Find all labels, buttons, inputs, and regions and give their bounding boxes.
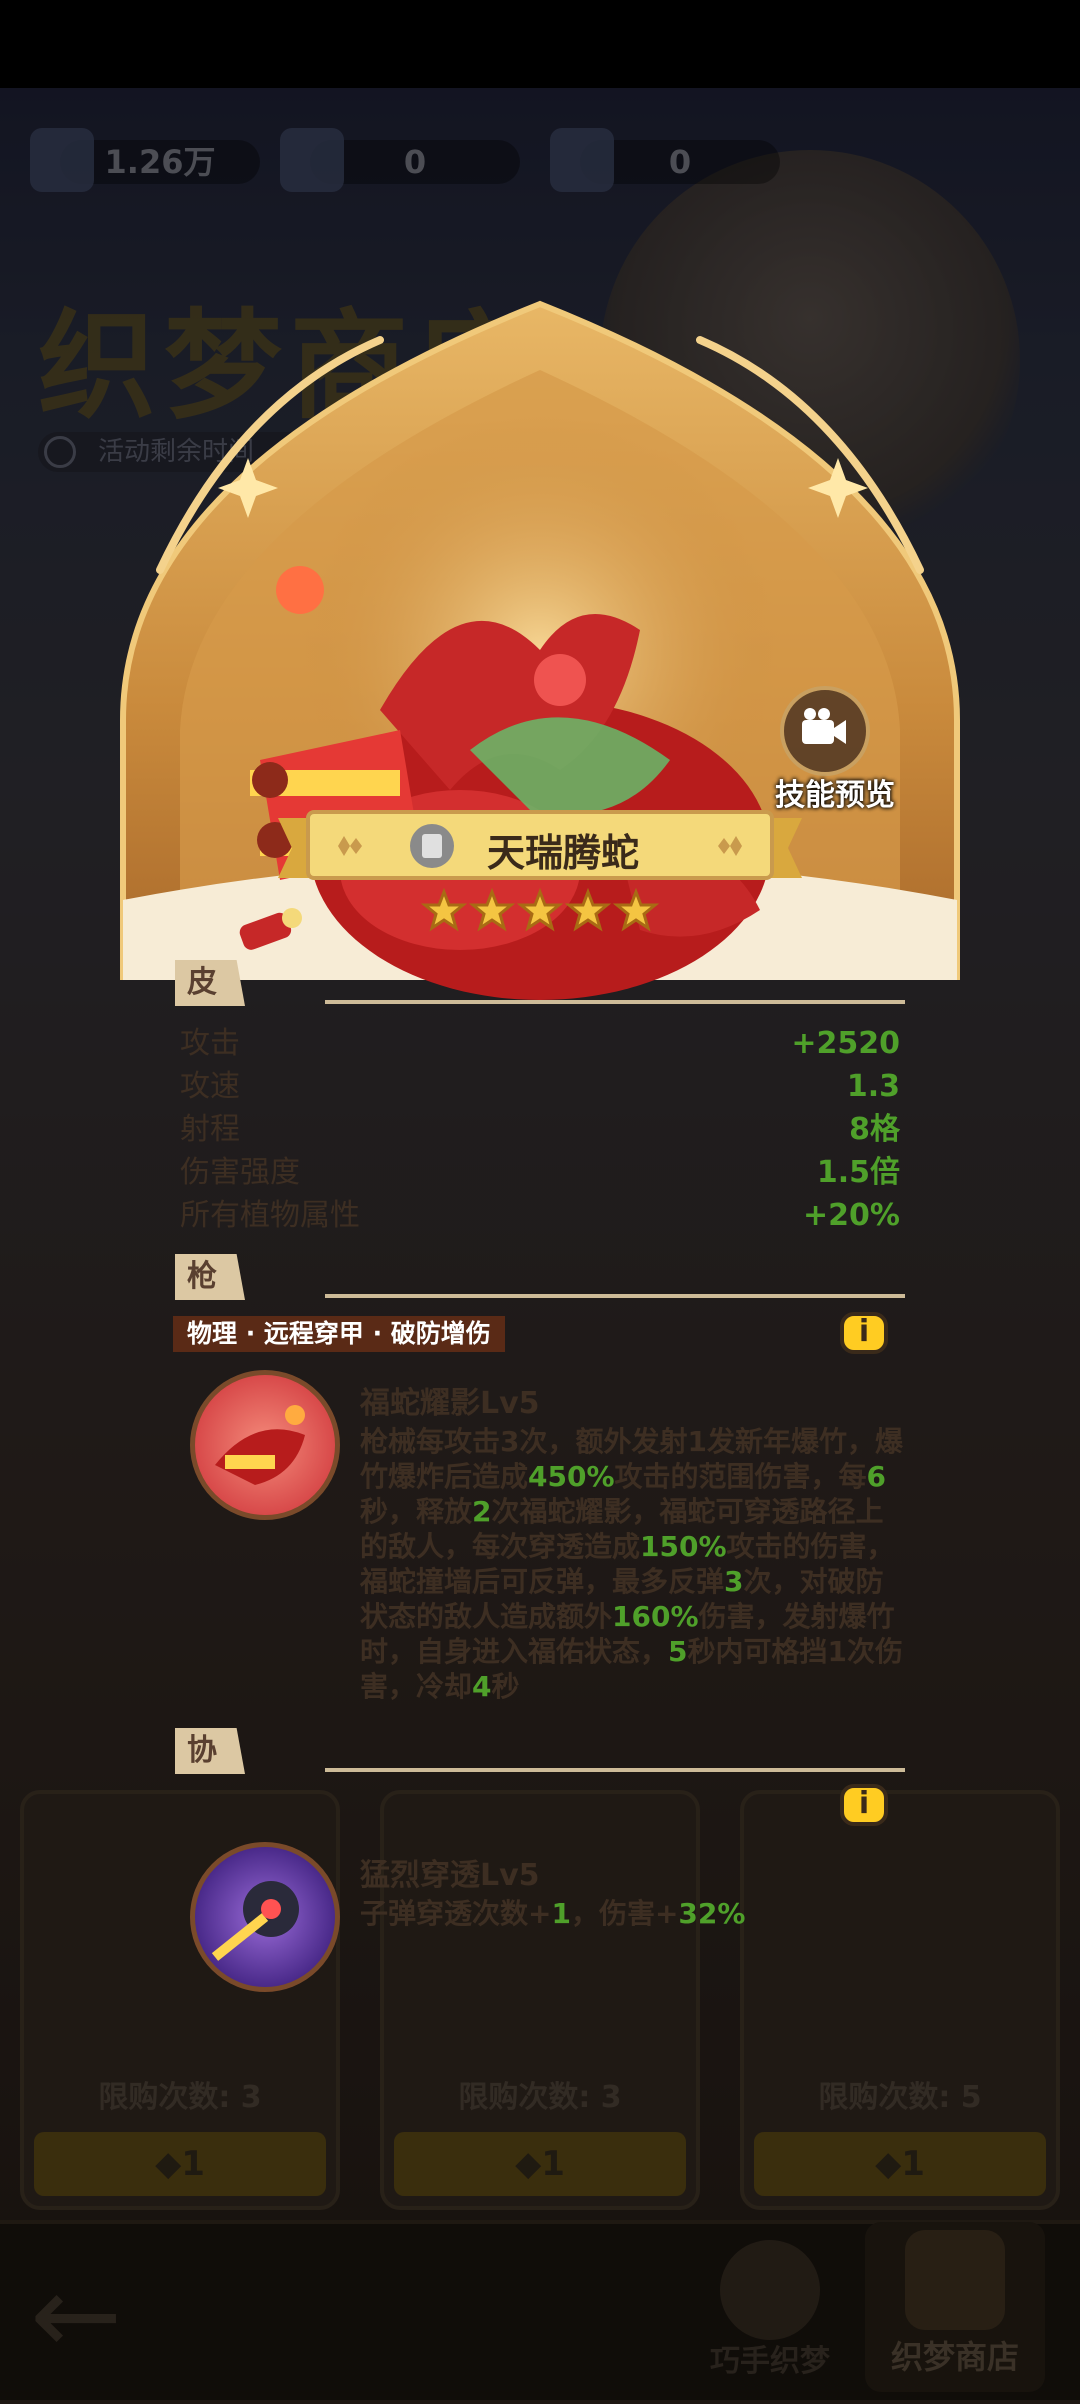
stat-row-attack-speed: 攻速 1.3 <box>180 1069 900 1104</box>
highlight-value: 450% <box>528 1460 615 1493</box>
highlight-value: 5 <box>668 1635 688 1668</box>
highlight-value: 150% <box>640 1530 727 1563</box>
description-text: ，伤害+ <box>570 1897 679 1930</box>
snake-cannon-icon <box>215 1405 305 1485</box>
info-icon: i <box>858 1314 870 1349</box>
divider <box>325 1294 905 1298</box>
synergy-skill-icon <box>190 1842 340 1992</box>
stat-row-range: 射程 8格 <box>180 1112 900 1147</box>
weapon-skill-icon <box>190 1370 340 1520</box>
bullet-pierce-icon <box>211 1881 299 1961</box>
highlight-value: 2 <box>472 1495 492 1528</box>
skill-preview-button[interactable] <box>780 686 870 776</box>
description-text: 秒 <box>491 1670 520 1703</box>
weapon-skill-name: 福蛇耀影Lv5 <box>360 1386 540 1421</box>
name-banner <box>278 810 802 880</box>
stat-row-plant-bonus: 所有植物属性 +20% <box>180 1198 900 1233</box>
stat-row-damage-strength: 伤害强度 1.5倍 <box>180 1155 900 1190</box>
synergy-skill-name: 猛烈穿透Lv5 <box>360 1858 540 1893</box>
highlight-value: 160% <box>612 1600 699 1633</box>
highlight-value: 3 <box>724 1565 744 1598</box>
synergy-skill-description: 子弹穿透次数+1，伤害+32% <box>360 1896 905 1931</box>
star-icon <box>468 888 516 932</box>
weapon-tag: 物理 · 远程穿甲 · 破防增伤 <box>173 1316 505 1352</box>
star-rating <box>420 888 660 932</box>
star-icon <box>420 888 468 932</box>
divider <box>325 1768 905 1772</box>
divider <box>325 1000 905 1004</box>
description-text: 子弹穿透次数+ <box>360 1897 552 1930</box>
highlight-value: 4 <box>472 1670 492 1703</box>
video-camera-icon <box>802 708 846 744</box>
stat-row-attack: 攻击 +2520 <box>180 1026 900 1061</box>
synergy-info-button[interactable]: i <box>840 1784 888 1826</box>
star-icon <box>612 888 660 932</box>
description-text: 秒，释放 <box>360 1495 473 1528</box>
synergy-title: 协同技能 <box>175 1728 245 1774</box>
highlight-value: 1 <box>551 1897 571 1930</box>
attributes-title: 皮肤属性 <box>175 960 245 1006</box>
star-icon <box>516 888 564 932</box>
info-icon: i <box>858 1786 870 1821</box>
highlight-value: 32% <box>678 1897 746 1930</box>
weapon-info-button[interactable]: i <box>840 1312 888 1354</box>
star-icon <box>564 888 612 932</box>
description-text: 攻击的范围伤害，每 <box>614 1460 867 1493</box>
highlight-value: 6 <box>866 1460 887 1493</box>
skin-detail-modal: 技能预览 天瑞腾蛇 皮肤属性 攻击 +2520 攻速 1.3 射程 8格 伤害强… <box>120 300 960 2312</box>
weapon-traits-title: 枪械特性 <box>175 1254 245 1300</box>
firecracker-scroll-icon <box>239 908 302 950</box>
status-bar <box>0 0 1080 88</box>
weapon-skill-description: 枪械每攻击3次，额外发射1发新年爆竹，爆竹爆炸后造成450%攻击的范围伤害，每6… <box>360 1424 905 1704</box>
